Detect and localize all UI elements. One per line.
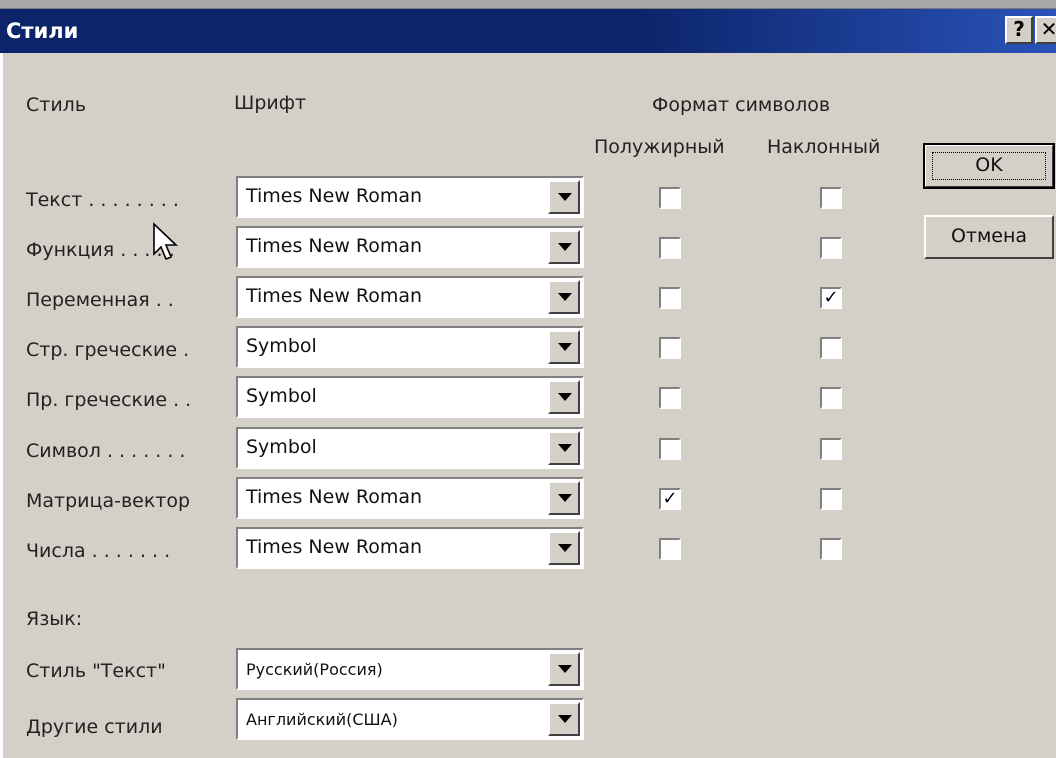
style-column-header: Стиль bbox=[26, 94, 87, 116]
bold-checkbox[interactable] bbox=[659, 387, 681, 409]
font-select[interactable]: Times New Roman bbox=[236, 527, 584, 569]
italic-checkbox[interactable] bbox=[820, 187, 842, 209]
style-row-label: Символ . . . . . . . bbox=[26, 440, 186, 462]
style-row-label: Матрица-вектор bbox=[26, 490, 191, 512]
italic-checkbox[interactable] bbox=[820, 438, 842, 460]
bold-checkbox[interactable] bbox=[659, 438, 681, 460]
font-select[interactable]: Symbol bbox=[236, 427, 584, 469]
font-column-header: Шрифт bbox=[234, 92, 307, 114]
text-style-language-value: Русский(Россия) bbox=[246, 660, 383, 679]
font-select-value: Times New Roman bbox=[246, 185, 423, 207]
italic-checkbox[interactable] bbox=[820, 488, 842, 510]
font-select-value: Symbol bbox=[246, 385, 317, 407]
italic-checkbox[interactable] bbox=[820, 538, 842, 560]
bold-checkbox[interactable] bbox=[659, 187, 681, 209]
chevron-down-icon[interactable] bbox=[548, 481, 580, 515]
style-row-label: Пр. греческие . . bbox=[26, 389, 192, 411]
chevron-down-icon[interactable] bbox=[548, 380, 580, 414]
mouse-cursor-icon bbox=[153, 222, 178, 261]
style-row-label: Стр. греческие . bbox=[26, 339, 190, 361]
top-edge bbox=[0, 0, 1056, 9]
bold-column-header: Полужирный bbox=[594, 136, 725, 158]
italic-checkbox[interactable]: ✓ bbox=[820, 287, 842, 309]
italic-checkbox[interactable] bbox=[820, 387, 842, 409]
title-bar[interactable]: Стили ? ✕ bbox=[0, 9, 1056, 53]
char-format-header: Формат символов bbox=[652, 94, 831, 116]
style-row-label: Числа . . . . . . . bbox=[26, 540, 171, 562]
font-select-value: Symbol bbox=[246, 335, 317, 357]
other-styles-language-select[interactable]: Английский(США) bbox=[236, 698, 584, 740]
style-row-label: Переменная . . bbox=[26, 289, 174, 311]
chevron-down-icon[interactable] bbox=[548, 531, 580, 565]
font-select-value: Times New Roman bbox=[246, 536, 423, 558]
font-select[interactable]: Symbol bbox=[236, 376, 584, 418]
chevron-down-icon[interactable] bbox=[548, 702, 580, 736]
focus-rect bbox=[932, 152, 1046, 180]
other-styles-language-label: Другие стили bbox=[26, 716, 163, 738]
window-title: Стили bbox=[6, 19, 79, 43]
bold-checkbox[interactable] bbox=[659, 287, 681, 309]
bold-checkbox[interactable] bbox=[659, 538, 681, 560]
font-select[interactable]: Times New Roman bbox=[236, 226, 584, 268]
bold-checkbox[interactable] bbox=[659, 337, 681, 359]
other-styles-language-value: Английский(США) bbox=[246, 710, 398, 729]
italic-checkbox[interactable] bbox=[820, 237, 842, 259]
style-row-label: Текст . . . . . . . . bbox=[26, 189, 179, 211]
close-button[interactable]: ✕ bbox=[1035, 16, 1056, 44]
cancel-button[interactable]: Отмена bbox=[924, 215, 1054, 259]
text-style-language-label: Стиль "Текст" bbox=[26, 660, 166, 682]
chevron-down-icon[interactable] bbox=[548, 230, 580, 264]
chevron-down-icon[interactable] bbox=[548, 431, 580, 465]
font-select[interactable]: Times New Roman bbox=[236, 477, 584, 519]
chevron-down-icon[interactable] bbox=[548, 330, 580, 364]
help-button[interactable]: ? bbox=[1005, 16, 1033, 44]
ok-button[interactable]: OK bbox=[923, 143, 1055, 189]
window-frame bbox=[0, 53, 3, 758]
italic-column-header: Наклонный bbox=[767, 136, 881, 158]
font-select[interactable]: Times New Roman bbox=[236, 176, 584, 218]
font-select-value: Times New Roman bbox=[246, 235, 423, 257]
font-select[interactable]: Times New Roman bbox=[236, 276, 584, 318]
chevron-down-icon[interactable] bbox=[548, 180, 580, 214]
bold-checkbox[interactable]: ✓ bbox=[659, 488, 681, 510]
text-style-language-select[interactable]: Русский(Россия) bbox=[236, 648, 584, 690]
chevron-down-icon[interactable] bbox=[548, 652, 580, 686]
font-select-value: Times New Roman bbox=[246, 486, 423, 508]
bold-checkbox[interactable] bbox=[659, 237, 681, 259]
language-heading: Язык: bbox=[26, 608, 83, 630]
italic-checkbox[interactable] bbox=[820, 337, 842, 359]
font-select[interactable]: Symbol bbox=[236, 326, 584, 368]
chevron-down-icon[interactable] bbox=[548, 280, 580, 314]
font-select-value: Times New Roman bbox=[246, 285, 423, 307]
font-select-value: Symbol bbox=[246, 436, 317, 458]
